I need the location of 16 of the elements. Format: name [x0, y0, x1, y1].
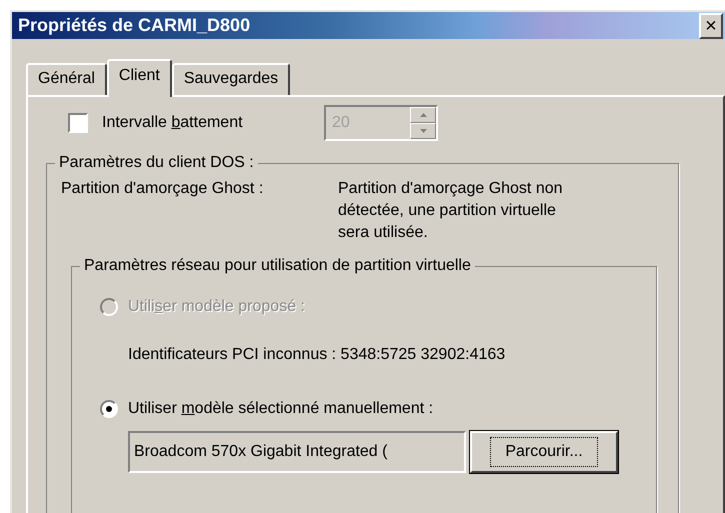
radio-button[interactable]: [100, 400, 118, 418]
up-arrow-icon: [420, 113, 426, 117]
partition-status: Partition d'amorçage Ghost non détectée, une partition virtuelle sera utilisée.: [338, 179, 564, 243]
tab[interactable]: Sauvegardes: [172, 63, 290, 95]
window-title: Propriétés de CARMI_D800: [18, 14, 250, 37]
browse-button[interactable]: Parcourir...: [470, 431, 618, 473]
tab[interactable]: Client: [106, 59, 172, 97]
option-label: Intervalle battement: [102, 114, 243, 131]
tab[interactable]: Général: [26, 63, 107, 95]
model-field[interactable]: Broadcom 570x Gigabit Integrated (: [128, 431, 466, 473]
option-label: Utiliser modèle sélectionné manuellement :: [128, 399, 434, 419]
close-button[interactable]: ×: [699, 12, 723, 38]
field-label: Partition d'amorçage Ghost :: [61, 179, 264, 199]
pci-identifiers: Identificateurs PCI inconnus : 5348:5725 32902:4163: [128, 346, 506, 363]
down-arrow-icon: [420, 129, 426, 133]
option-label: Utiliser modèle proposé :: [128, 297, 305, 317]
